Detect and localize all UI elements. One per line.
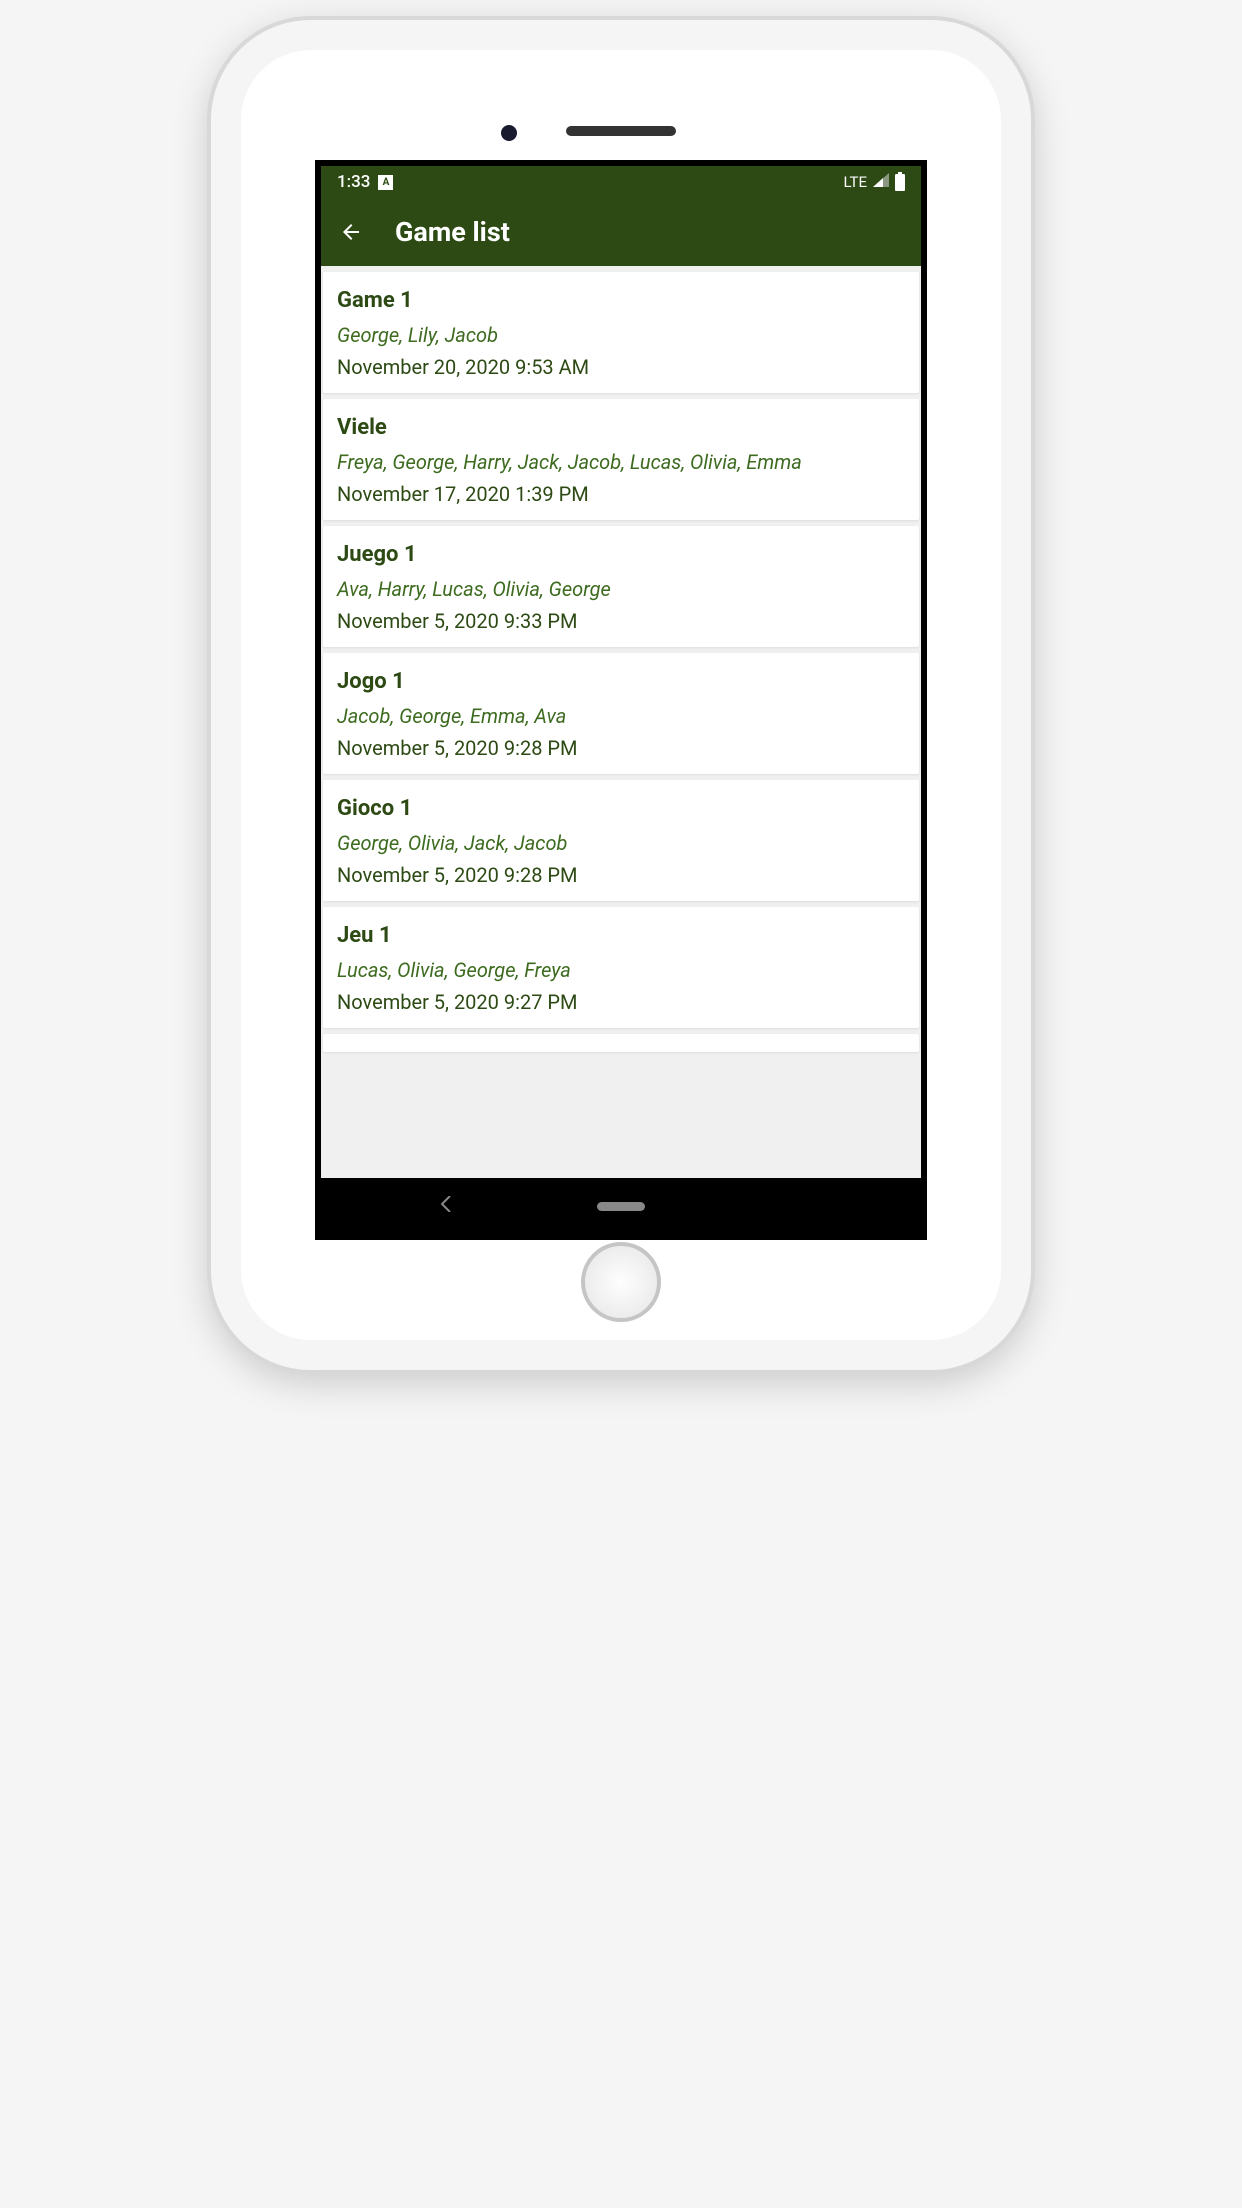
game-date: November 17, 2020 1:39 PM: [337, 482, 905, 506]
status-bar: 1:33 A LTE: [321, 166, 921, 198]
status-bar-right: LTE: [843, 173, 905, 191]
phone-speaker: [566, 126, 676, 136]
game-title: Viele: [337, 415, 905, 440]
game-players: George, Lily, Jacob: [337, 323, 905, 347]
device-screen: 1:33 A LTE Game list: [315, 160, 927, 1240]
game-list-item[interactable]: Jogo 1 Jacob, George, Emma, Ava November…: [323, 653, 919, 774]
game-title: Jeu 1: [337, 923, 905, 948]
game-players: Freya, George, Harry, Jack, Jacob, Lucas…: [337, 450, 905, 474]
status-time: 1:33: [337, 172, 370, 192]
phone-front-camera: [501, 125, 517, 141]
game-date: November 5, 2020 9:27 PM: [337, 990, 905, 1014]
game-list-item-partial[interactable]: [323, 1034, 919, 1052]
game-list-item[interactable]: Juego 1 Ava, Harry, Lucas, Olivia, Georg…: [323, 526, 919, 647]
game-list-item[interactable]: Viele Freya, George, Harry, Jack, Jacob,…: [323, 399, 919, 520]
battery-icon: [895, 174, 905, 191]
game-players: Lucas, Olivia, George, Freya: [337, 958, 905, 982]
game-date: November 5, 2020 9:33 PM: [337, 609, 905, 633]
phone-inner: 1:33 A LTE Game list: [241, 50, 1001, 1340]
page-title: Game list: [395, 216, 510, 248]
game-list-item[interactable]: Game 1 George, Lily, Jacob November 20, …: [323, 272, 919, 393]
game-players: Ava, Harry, Lucas, Olivia, George: [337, 577, 905, 601]
game-players: George, Olivia, Jack, Jacob: [337, 831, 905, 855]
back-arrow-icon: [339, 219, 363, 245]
keyboard-indicator-icon: A: [378, 175, 393, 190]
home-button[interactable]: [581, 1242, 661, 1322]
game-list[interactable]: Game 1 George, Lily, Jacob November 20, …: [321, 266, 921, 1178]
signal-icon: [873, 173, 889, 191]
game-list-item[interactable]: Jeu 1 Lucas, Olivia, George, Freya Novem…: [323, 907, 919, 1028]
game-date: November 5, 2020 9:28 PM: [337, 736, 905, 760]
nav-back-button[interactable]: [441, 1196, 453, 1217]
android-nav-bar: [321, 1178, 921, 1234]
back-button[interactable]: [339, 220, 363, 244]
game-players: Jacob, George, Emma, Ava: [337, 704, 905, 728]
game-title: Juego 1: [337, 542, 905, 567]
phone-frame: 1:33 A LTE Game list: [211, 20, 1031, 1370]
game-title: Gioco 1: [337, 796, 905, 821]
app-bar: Game list: [321, 198, 921, 266]
game-title: Game 1: [337, 288, 905, 313]
status-bar-left: 1:33 A: [337, 172, 393, 192]
nav-home-pill[interactable]: [597, 1202, 645, 1211]
game-title: Jogo 1: [337, 669, 905, 694]
network-label: LTE: [843, 173, 867, 191]
game-date: November 20, 2020 9:53 AM: [337, 355, 905, 379]
game-date: November 5, 2020 9:28 PM: [337, 863, 905, 887]
game-list-item[interactable]: Gioco 1 George, Olivia, Jack, Jacob Nove…: [323, 780, 919, 901]
